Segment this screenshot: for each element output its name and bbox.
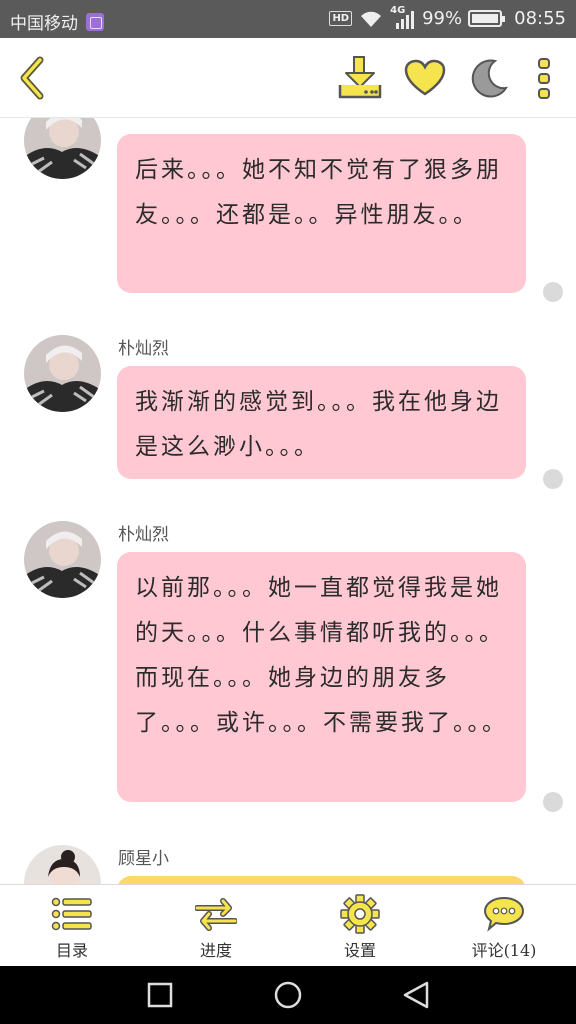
recent-apps-icon xyxy=(147,982,173,1008)
message-action-dot[interactable] xyxy=(543,792,563,812)
signal-icon: 4G xyxy=(390,5,416,29)
recent-apps-button[interactable] xyxy=(120,966,200,1024)
night-mode-button[interactable] xyxy=(464,38,514,118)
bottom-nav: 目录 进度 设置 评论(14) xyxy=(0,884,576,966)
carrier-app-icon xyxy=(86,12,104,31)
carrier-label: 中国移动 xyxy=(10,14,78,34)
back-button[interactable] xyxy=(8,38,56,118)
reader-toolbar xyxy=(0,38,576,118)
nav-toc[interactable]: 目录 xyxy=(0,885,144,966)
nav-label: 进度 xyxy=(199,941,232,960)
battery-percent: 99% xyxy=(422,8,463,29)
back-icon xyxy=(403,981,429,1009)
sender-name: 朴灿烈 xyxy=(118,525,169,545)
battery-icon xyxy=(468,10,506,27)
download-button[interactable] xyxy=(334,38,386,118)
more-options-button[interactable] xyxy=(524,38,564,118)
avatar[interactable] xyxy=(24,335,101,412)
system-back-button[interactable] xyxy=(376,966,456,1024)
message-bubble[interactable] xyxy=(117,876,526,884)
nav-label: 设置 xyxy=(343,941,376,960)
message-bubble[interactable]: 后来。。。她不知不觉有了狠多朋友。。。还都是。。异性朋友。。 xyxy=(117,134,526,293)
avatar[interactable] xyxy=(24,845,101,884)
nav-comments[interactable]: 评论(14) xyxy=(432,885,576,966)
nav-settings[interactable]: 设置 xyxy=(288,885,432,966)
moon-icon xyxy=(471,59,508,98)
more-vertical-icon xyxy=(538,58,550,99)
home-button[interactable] xyxy=(248,966,328,1024)
status-bar: 中国移动 HD 4G 99% 08:55 xyxy=(0,0,576,38)
message-action-dot[interactable] xyxy=(543,282,563,302)
download-icon xyxy=(338,56,382,99)
swap-arrows-icon xyxy=(195,898,237,931)
message-bubble[interactable]: 以前那。。。她一直都觉得我是她的天。。。什么事情都听我的。。。而现在。。。她身边… xyxy=(117,552,526,802)
heart-icon xyxy=(404,59,446,96)
nav-label: 评论(14) xyxy=(471,941,537,960)
chat-list[interactable]: 后来。。。她不知不觉有了狠多朋友。。。还都是。。异性朋友。。 朴灿烈 我渐渐的感… xyxy=(0,118,576,884)
message-action-dot[interactable] xyxy=(543,469,563,489)
comment-bubble-icon xyxy=(483,896,525,932)
sender-name: 顾星小 xyxy=(118,849,169,869)
system-nav-bar xyxy=(0,966,576,1024)
home-icon xyxy=(274,981,302,1009)
message-bubble[interactable]: 我渐渐的感觉到。。。我在他身边是这么渺小。。。 xyxy=(117,366,526,479)
avatar[interactable] xyxy=(24,521,101,598)
hd-voice-icon: HD xyxy=(329,11,353,26)
avatar[interactable] xyxy=(24,118,101,179)
gear-icon xyxy=(340,894,380,934)
wifi-icon xyxy=(361,11,382,27)
list-icon xyxy=(51,897,92,931)
sender-name: 朴灿烈 xyxy=(118,339,169,359)
favorite-button[interactable] xyxy=(400,38,450,118)
nav-label: 目录 xyxy=(55,941,88,960)
back-chevron-icon xyxy=(20,56,44,100)
nav-progress[interactable]: 进度 xyxy=(144,885,288,966)
clock: 08:55 xyxy=(514,8,566,29)
